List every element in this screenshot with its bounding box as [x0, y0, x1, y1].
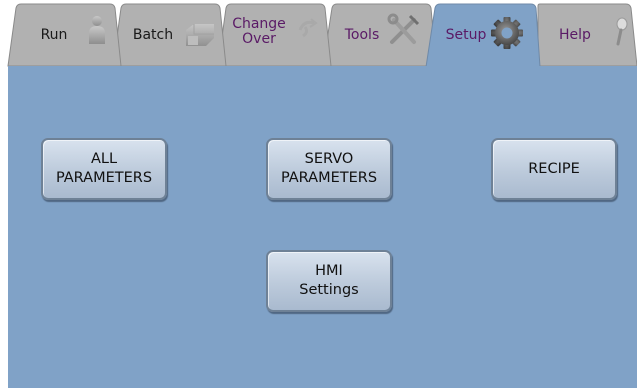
setup-panel — [8, 66, 637, 388]
all-parameters-button[interactable]: ALL PARAMETERS — [41, 138, 167, 200]
tab-setup[interactable] — [431, 4, 537, 66]
tab-changeover[interactable] — [222, 4, 327, 66]
tab-run[interactable] — [12, 4, 117, 66]
hmi-settings-button[interactable]: HMI Settings — [266, 250, 392, 312]
servo-parameters-button[interactable]: SERVO PARAMETERS — [266, 138, 392, 200]
tab-tools[interactable] — [327, 4, 431, 66]
hmi-screen: Run Batch Change Over Tools Setup Help A… — [0, 0, 637, 388]
recipe-button[interactable]: RECIPE — [491, 138, 617, 200]
tab-help[interactable] — [540, 4, 635, 66]
tab-batch[interactable] — [117, 4, 222, 66]
